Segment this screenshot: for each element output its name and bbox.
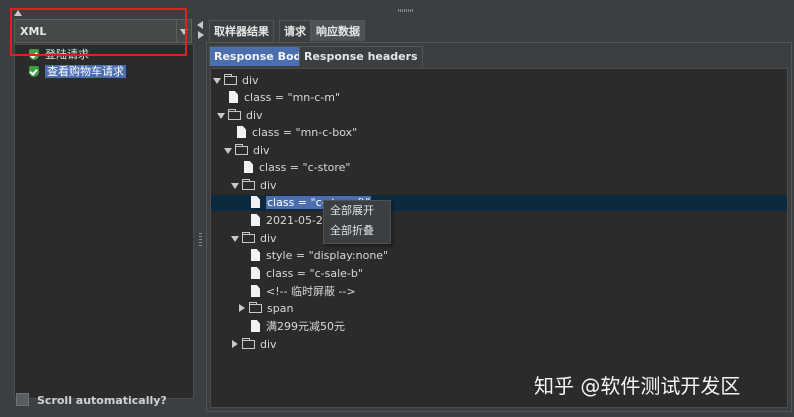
tree-node[interactable]: class = "mn-c-box" (237, 125, 357, 141)
splitter-grip-icon[interactable] (398, 9, 414, 12)
tree-node-selected[interactable]: class = "c-store-ft" (211, 195, 787, 211)
file-icon (251, 249, 260, 261)
top-toolbar (0, 0, 794, 17)
chevron-down-icon[interactable] (231, 178, 239, 194)
tree-node[interactable]: div (231, 337, 277, 353)
chevron-down-icon (180, 29, 188, 35)
folder-icon (224, 74, 237, 85)
file-icon (237, 126, 246, 138)
tree-node[interactable]: class = "c-store" (244, 160, 350, 176)
tree-node[interactable]: class = "c-sale-b" (251, 266, 363, 282)
tree-node[interactable]: div (231, 178, 277, 194)
file-icon (251, 196, 260, 208)
tree-node[interactable]: div (224, 143, 270, 159)
folder-icon (249, 302, 262, 313)
response-data-panel: Response Body Response headers div class… (206, 42, 792, 412)
xml-tree[interactable]: div class = "mn-c-m" div class = "mn-c-b… (210, 68, 788, 408)
file-icon (229, 91, 238, 103)
chevron-down-icon[interactable] (217, 108, 225, 124)
menu-item-collapse-all[interactable]: 全部折叠 (324, 221, 390, 241)
tree-node[interactable]: div (231, 231, 277, 247)
file-icon (251, 285, 260, 297)
folder-icon (242, 179, 255, 190)
sample-label: 查看购物车请求 (45, 65, 126, 78)
splitter-grip-icon[interactable] (199, 233, 202, 247)
context-menu: 全部展开 全部折叠 (323, 200, 391, 244)
tree-node[interactable]: <!-- 临时屏蔽 --> (251, 284, 356, 300)
tree-node[interactable]: span (238, 301, 293, 317)
scroll-automatically-label: Scroll automatically? (37, 394, 167, 407)
file-icon (244, 161, 253, 173)
file-icon (251, 267, 260, 279)
tab-response-data[interactable]: 响应数据 (311, 20, 365, 41)
tab-request[interactable]: 请求 (279, 20, 311, 41)
renderer-value: XML (20, 25, 47, 38)
sample-item-login[interactable]: 登陆请求 (29, 47, 89, 62)
watermark-text: 知乎 @软件测试开发区 (534, 374, 741, 398)
tree-node[interactable]: div (217, 108, 263, 124)
arrow-up-icon[interactable] (14, 10, 22, 16)
arrow-left-icon[interactable] (197, 21, 203, 29)
tree-node[interactable]: 2021-05-22 (251, 213, 330, 229)
menu-item-expand-all[interactable]: 全部展开 (324, 201, 390, 221)
folder-icon (228, 109, 241, 120)
chevron-down-icon[interactable] (213, 73, 221, 89)
arrow-right-icon[interactable] (198, 31, 204, 39)
chevron-right-icon[interactable] (231, 337, 239, 353)
chevron-down-icon[interactable] (231, 231, 239, 247)
folder-icon (242, 232, 255, 243)
sample-tree[interactable]: 登陆请求 查看购物车请求 (14, 44, 194, 399)
vertical-splitter[interactable] (196, 17, 206, 412)
renderer-select[interactable]: XML (14, 19, 192, 43)
tab-sampler-result[interactable]: 取样器结果 (209, 20, 274, 41)
shield-check-icon (29, 49, 39, 60)
tree-node[interactable]: style = "display:none" (251, 248, 388, 264)
tree-node[interactable]: class = "mn-c-m" (229, 90, 340, 106)
tab-response-body[interactable]: Response Body (209, 46, 314, 66)
scroll-automatically-option[interactable]: Scroll automatically? (16, 393, 167, 407)
tree-node[interactable]: div (213, 73, 259, 89)
tab-response-headers[interactable]: Response headers (299, 46, 423, 66)
shield-check-icon (29, 66, 39, 77)
sample-item-cart[interactable]: 查看购物车请求 (29, 64, 126, 79)
tree-node[interactable]: 满299元减50元 (251, 319, 345, 335)
folder-icon (242, 338, 255, 349)
renderer-dropdown-button[interactable] (176, 20, 191, 42)
sample-label: 登陆请求 (45, 48, 89, 61)
scroll-automatically-checkbox[interactable] (16, 393, 29, 406)
folder-icon (235, 144, 248, 155)
chevron-right-icon[interactable] (238, 301, 246, 317)
file-icon (251, 214, 260, 226)
sample-list-panel: XML 登陆请求 查看购物车请求 Scroll automatically? (10, 17, 196, 412)
chevron-down-icon[interactable] (224, 143, 232, 159)
file-icon (251, 320, 260, 332)
